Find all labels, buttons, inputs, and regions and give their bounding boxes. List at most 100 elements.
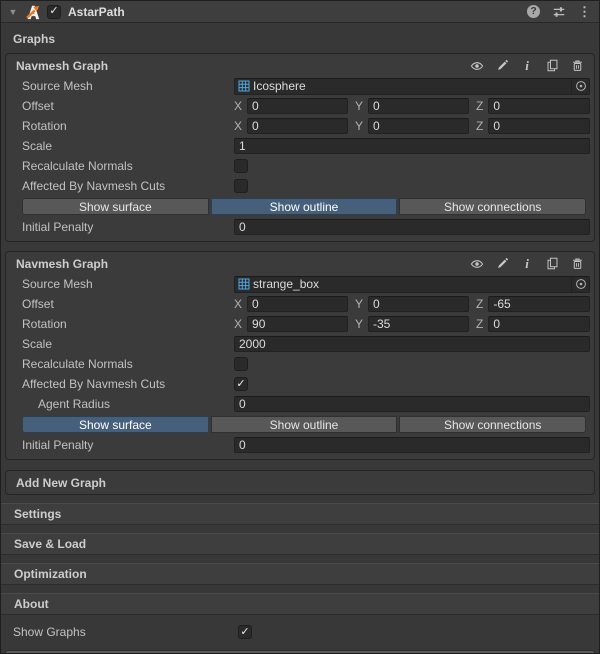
field-label: Show Graphs xyxy=(13,625,238,639)
recalculate-normals-checkbox[interactable]: ✓ xyxy=(234,357,248,371)
rotation-x-input[interactable]: 90 xyxy=(247,316,348,332)
field-label: Offset xyxy=(22,297,234,311)
graph-title[interactable]: Navmesh Graph xyxy=(16,59,470,73)
check-icon: ✓ xyxy=(240,627,249,638)
offset-z-input[interactable]: 0 xyxy=(488,98,590,114)
axis-y-label: Y xyxy=(355,119,363,133)
source-mesh-object-field[interactable]: Icosphere xyxy=(234,78,590,95)
field-label: Rotation xyxy=(22,119,234,133)
recalculate-normals-row: Recalculate Normals ✓ xyxy=(6,354,590,374)
field-label: Source Mesh xyxy=(22,277,234,291)
navmesh-graph-panel-1: Navmesh Graph i Source Mesh xyxy=(5,53,595,242)
axis-x-label: X xyxy=(234,99,242,113)
object-name: Icosphere xyxy=(250,79,571,93)
axis-z-label: Z xyxy=(476,119,483,133)
graph-title[interactable]: Navmesh Graph xyxy=(16,257,470,271)
info-icon[interactable]: i xyxy=(520,257,534,271)
field-label: Scale xyxy=(22,337,234,351)
rotation-z-input[interactable]: 0 xyxy=(488,118,590,134)
initial-penalty-row: Initial Penalty 0 xyxy=(6,435,590,455)
show-outline-button[interactable]: Show outline xyxy=(211,416,398,433)
initial-penalty-input[interactable]: 0 xyxy=(234,219,590,235)
rotation-x-input[interactable]: 0 xyxy=(247,118,348,134)
show-outline-button[interactable]: Show outline xyxy=(211,198,398,215)
save-load-section-header[interactable]: Save & Load xyxy=(1,533,599,555)
axis-y-label: Y xyxy=(355,99,363,113)
foldout-arrow-icon[interactable]: ▼ xyxy=(7,7,19,17)
more-menu-icon[interactable]: ⋮ xyxy=(578,4,591,20)
affected-by-navmesh-cuts-checkbox[interactable]: ✓ xyxy=(234,179,248,193)
check-icon: ✓ xyxy=(49,6,58,17)
edit-pencil-icon[interactable] xyxy=(495,257,509,271)
edit-pencil-icon[interactable] xyxy=(495,59,509,73)
duplicate-icon[interactable] xyxy=(545,257,559,271)
show-connections-button[interactable]: Show connections xyxy=(399,416,586,433)
view-toggle-group: Show surface Show outline Show connectio… xyxy=(22,198,586,215)
settings-section-header[interactable]: Settings xyxy=(1,503,599,525)
graphs-section-label: Graphs xyxy=(1,23,599,53)
about-section-header[interactable]: About xyxy=(1,593,599,615)
source-mesh-row: Source Mesh Icosphere xyxy=(6,76,590,96)
agent-radius-input[interactable]: 0 xyxy=(234,396,590,412)
offset-row: Offset X0 Y0 Z0 xyxy=(6,96,590,116)
field-label: Recalculate Normals xyxy=(22,159,234,173)
eye-icon[interactable] xyxy=(470,257,484,271)
show-connections-button[interactable]: Show connections xyxy=(399,198,586,215)
field-label: Recalculate Normals xyxy=(22,357,234,371)
agent-radius-row: Agent Radius 0 xyxy=(6,394,590,414)
object-picker-icon[interactable] xyxy=(571,277,589,292)
axis-x-label: X xyxy=(234,317,242,331)
delete-trash-icon[interactable] xyxy=(570,257,584,271)
field-label: Initial Penalty xyxy=(22,438,234,452)
duplicate-icon[interactable] xyxy=(545,59,559,73)
offset-y-input[interactable]: 0 xyxy=(368,98,469,114)
show-graphs-checkbox[interactable]: ✓ xyxy=(238,625,252,639)
field-label: Agent Radius xyxy=(38,397,234,411)
view-toggle-group: Show surface Show outline Show connectio… xyxy=(22,416,586,433)
inspector-window: ▼ ✓ AstarPath ? ⋮ Graphs Navmesh Gr xyxy=(0,0,600,654)
object-picker-icon[interactable] xyxy=(571,79,589,94)
offset-x-input[interactable]: 0 xyxy=(247,98,348,114)
component-enabled-checkbox[interactable]: ✓ xyxy=(47,5,61,19)
rotation-y-input[interactable]: 0 xyxy=(368,118,469,134)
rotation-z-input[interactable]: 0 xyxy=(488,316,590,332)
offset-x-input[interactable]: 0 xyxy=(247,296,348,312)
add-new-graph-button[interactable]: Add New Graph xyxy=(5,470,595,495)
affected-by-navmesh-cuts-checkbox[interactable]: ✓ xyxy=(234,377,248,391)
delete-trash-icon[interactable] xyxy=(570,59,584,73)
astar-logo-icon xyxy=(24,4,42,20)
axis-x-label: X xyxy=(234,297,242,311)
optimization-section-header[interactable]: Optimization xyxy=(1,563,599,585)
recalculate-normals-checkbox[interactable]: ✓ xyxy=(234,159,248,173)
field-label: Affected By Navmesh Cuts xyxy=(22,179,234,193)
scale-input[interactable]: 2000 xyxy=(234,336,590,352)
offset-y-input[interactable]: 0 xyxy=(368,296,469,312)
eye-icon[interactable] xyxy=(470,59,484,73)
axis-z-label: Z xyxy=(476,297,483,311)
mesh-icon xyxy=(238,80,250,92)
axis-x-label: X xyxy=(234,119,242,133)
scan-button[interactable]: Scan xyxy=(5,650,595,654)
component-title: AstarPath xyxy=(68,5,522,19)
show-surface-button[interactable]: Show surface xyxy=(22,198,209,215)
scale-row: Scale 1 xyxy=(6,136,590,156)
object-name: strange_box xyxy=(250,277,571,291)
offset-z-input[interactable]: -65 xyxy=(488,296,590,312)
affected-by-navmesh-cuts-row: Affected By Navmesh Cuts ✓ xyxy=(6,374,590,394)
source-mesh-row: Source Mesh strange_box xyxy=(6,274,590,294)
scale-row: Scale 2000 xyxy=(6,334,590,354)
source-mesh-object-field[interactable]: strange_box xyxy=(234,276,590,293)
affected-by-navmesh-cuts-row: Affected By Navmesh Cuts ✓ xyxy=(6,176,590,196)
show-surface-button[interactable]: Show surface xyxy=(22,416,209,433)
initial-penalty-row: Initial Penalty 0 xyxy=(6,217,590,237)
axis-z-label: Z xyxy=(476,317,483,331)
component-header: ▼ ✓ AstarPath ? ⋮ xyxy=(1,1,599,23)
initial-penalty-input[interactable]: 0 xyxy=(234,437,590,453)
scale-input[interactable]: 1 xyxy=(234,138,590,154)
rotation-y-input[interactable]: -35 xyxy=(368,316,469,332)
field-label: Scale xyxy=(22,139,234,153)
presets-icon[interactable] xyxy=(552,5,566,19)
info-icon[interactable]: i xyxy=(520,59,534,73)
field-label: Source Mesh xyxy=(22,79,234,93)
help-icon[interactable]: ? xyxy=(527,5,540,18)
